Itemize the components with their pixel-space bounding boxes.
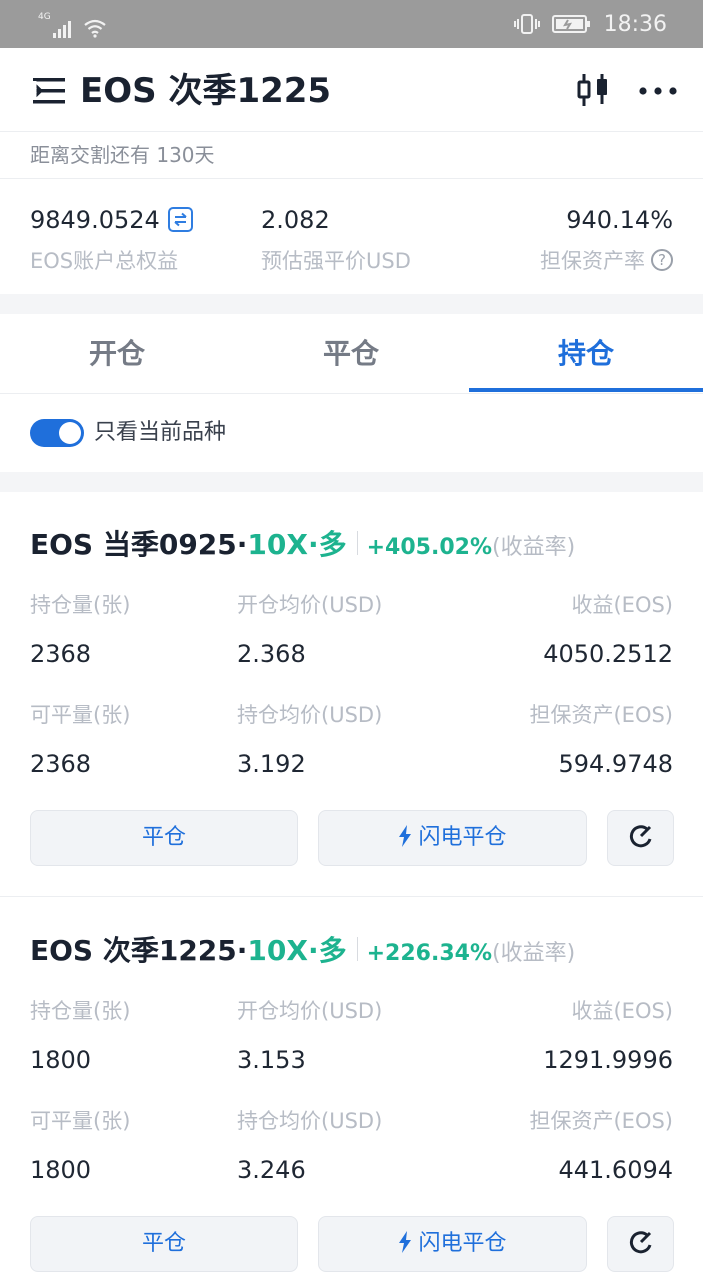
liquidation-price-label: 预估强平价USD <box>261 249 411 273</box>
closable-label: 可平量(张) <box>30 703 131 727</box>
liquidation-price-value: 2.082 <box>261 206 330 234</box>
account-equity-value: 9849.0524 <box>30 206 160 234</box>
network-type: 4G <box>38 12 51 22</box>
kline-chart-icon[interactable] <box>576 72 610 108</box>
position-leverage: 10X·多 <box>247 934 347 967</box>
flash-close-button[interactable]: 闪电平仓 <box>318 810 587 866</box>
flash-close-button[interactable]: 闪电平仓 <box>318 1216 587 1272</box>
return-rate-label: (收益率) <box>492 941 576 966</box>
trade-tabs: 开仓 平仓 持仓 <box>0 314 703 394</box>
lightning-icon <box>399 825 412 847</box>
qty-label: 持仓量(张) <box>30 999 131 1023</box>
toggle-label: 只看当前品种 <box>94 420 227 445</box>
section-gap <box>0 294 703 314</box>
status-bar: 4G 18:36 <box>0 0 703 48</box>
open-avg-label: 开仓均价(USD) <box>237 999 383 1023</box>
refresh-button[interactable] <box>607 810 674 866</box>
margin-ratio-label: 担保资产率 <box>540 249 645 273</box>
current-symbol-toggle[interactable] <box>30 419 84 447</box>
clock: 18:36 <box>603 11 667 37</box>
divider <box>0 178 703 179</box>
transfer-icon[interactable] <box>167 206 193 232</box>
position-symbol: EOS 次季1225· <box>30 934 248 967</box>
vibrate-icon <box>513 14 540 34</box>
status-right: 18:36 <box>513 10 667 38</box>
margin-value: 441.6094 <box>558 1156 673 1184</box>
refresh-icon <box>629 825 651 848</box>
pnl-label: 收益(EOS) <box>571 593 673 617</box>
qty-value: 1800 <box>30 1046 92 1074</box>
qty-label: 持仓量(张) <box>30 593 131 617</box>
refresh-icon <box>629 1231 651 1254</box>
pnl-value: 4050.2512 <box>543 640 673 668</box>
tab-open[interactable]: 开仓 <box>0 314 234 394</box>
top-bar: EOS 次季1225 <box>0 48 703 132</box>
account-equity-label: EOS账户总权益 <box>30 249 179 273</box>
flash-close-label: 闪电平仓 <box>418 1231 507 1256</box>
refresh-button[interactable] <box>607 1216 674 1272</box>
help-icon[interactable]: ? <box>651 249 673 271</box>
close-button-label: 平仓 <box>141 825 186 850</box>
position-card: EOS 当季0925· 10X·多 +405.02% (收益率) 持仓量(张) … <box>0 523 703 883</box>
position-return-rate: +226.34% <box>366 941 492 966</box>
margin-label: 担保资产(EOS) <box>529 703 673 727</box>
margin-label: 担保资产(EOS) <box>529 1109 673 1133</box>
close-button-label: 平仓 <box>141 1231 186 1256</box>
position-leverage: 10X·多 <box>247 528 347 561</box>
open-avg-label: 开仓均价(USD) <box>237 593 383 617</box>
margin-value: 594.9748 <box>558 750 673 778</box>
position-symbol: EOS 当季0925· <box>30 528 248 561</box>
position-header: EOS 当季0925· 10X·多 +405.02% (收益率) <box>30 523 575 563</box>
active-tab-indicator <box>469 388 703 392</box>
menu-icon[interactable] <box>33 76 65 106</box>
hold-avg-value: 3.192 <box>237 750 306 778</box>
qty-value: 2368 <box>30 640 92 668</box>
return-rate-label: (收益率) <box>492 535 576 560</box>
section-gap <box>0 472 703 492</box>
hold-avg-label: 持仓均价(USD) <box>237 703 383 727</box>
closable-label: 可平量(张) <box>30 1109 131 1133</box>
position-return-rate: +405.02% <box>366 535 492 560</box>
pnl-label: 收益(EOS) <box>571 999 673 1023</box>
flash-close-label: 闪电平仓 <box>418 825 507 850</box>
margin-ratio: 担保资产率? <box>540 246 673 276</box>
position-card: EOS 次季1225· 10X·多 +226.34% (收益率) 持仓量(张) … <box>0 929 703 1280</box>
closable-value: 1800 <box>30 1156 92 1184</box>
wifi-icon <box>84 19 106 38</box>
page-title: EOS 次季1225 <box>80 71 332 111</box>
delivery-countdown: 距离交割还有 130天 <box>30 143 215 167</box>
more-icon[interactable] <box>638 86 678 96</box>
pnl-value: 1291.9996 <box>543 1046 673 1074</box>
open-avg-value: 2.368 <box>237 640 306 668</box>
close-position-button[interactable]: 平仓 <box>30 1216 298 1272</box>
separator <box>356 531 358 555</box>
hold-avg-label: 持仓均价(USD) <box>237 1109 383 1133</box>
tab-positions[interactable]: 持仓 <box>469 314 703 394</box>
margin-ratio-value: 940.14% <box>566 206 673 234</box>
battery-icon <box>551 15 590 33</box>
tab-close[interactable]: 平仓 <box>234 314 468 394</box>
toggle-knob <box>59 422 81 444</box>
open-avg-value: 3.153 <box>237 1046 306 1074</box>
status-left: 4G <box>38 10 107 38</box>
position-header: EOS 次季1225· 10X·多 +226.34% (收益率) <box>30 929 575 969</box>
card-divider <box>0 896 703 897</box>
closable-value: 2368 <box>30 750 92 778</box>
lightning-icon <box>399 1231 412 1253</box>
close-position-button[interactable]: 平仓 <box>30 810 298 866</box>
signal-icon <box>52 21 71 38</box>
account-equity: 9849.0524 <box>30 203 193 237</box>
hold-avg-value: 3.246 <box>237 1156 306 1184</box>
separator <box>356 937 358 961</box>
